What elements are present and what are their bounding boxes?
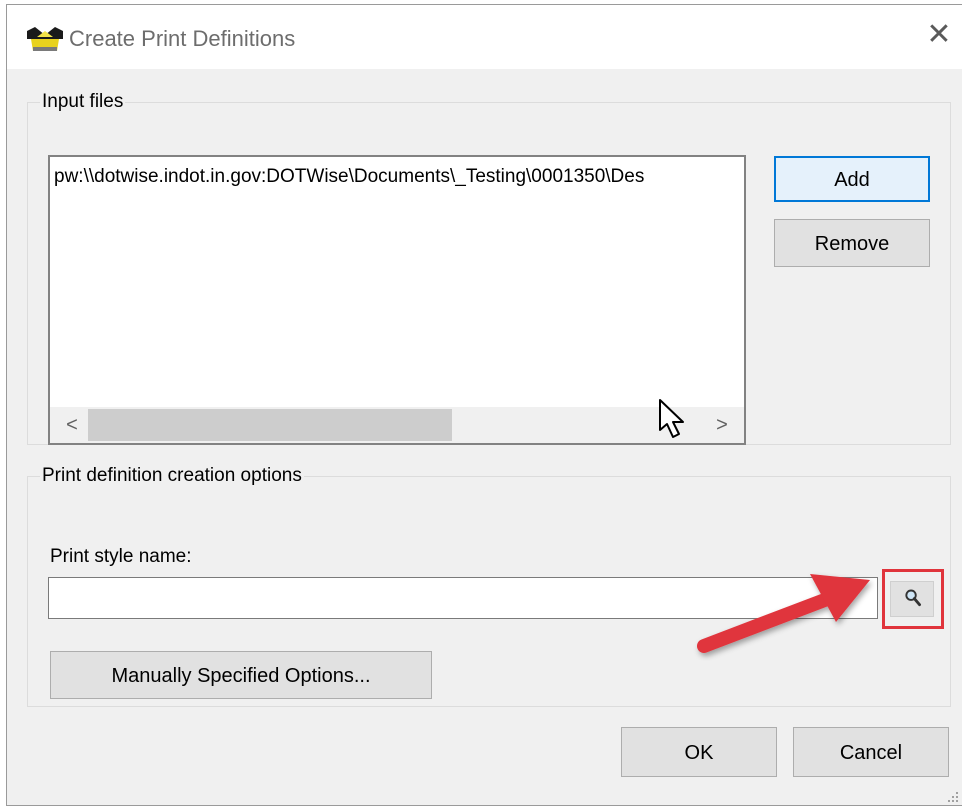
annotation-highlight-box — [882, 569, 944, 629]
cancel-button[interactable]: Cancel — [793, 727, 949, 777]
mouse-cursor-icon — [659, 399, 684, 438]
options-legend: Print definition creation options — [42, 465, 302, 486]
ok-button[interactable]: OK — [621, 727, 777, 777]
window-title: Create Print Definitions — [69, 26, 296, 51]
scroll-right-arrow-icon[interactable]: > — [704, 407, 740, 443]
close-button[interactable]: ✕ — [919, 15, 959, 55]
print-style-name-label: Print style name: — [50, 546, 192, 567]
dialog-window: Create Print Definitions ✕ Input files p… — [6, 4, 962, 806]
remove-button[interactable]: Remove — [774, 219, 930, 267]
title-bar: Create Print Definitions ✕ — [7, 5, 962, 69]
input-files-legend: Input files — [42, 91, 124, 112]
manually-specified-options-button[interactable]: Manually Specified Options... — [50, 651, 432, 699]
list-item[interactable]: pw:\\dotwise.indot.in.gov:DOTWise\Docume… — [54, 165, 644, 189]
resize-grip-icon[interactable] — [947, 791, 959, 803]
input-files-group: Input files pw:\\dotwise.indot.in.gov:DO… — [27, 91, 951, 445]
scrollbar-thumb[interactable] — [88, 409, 452, 441]
scroll-left-arrow-icon[interactable]: < — [54, 407, 90, 443]
annotation-arrow-icon — [697, 574, 870, 653]
input-files-list[interactable]: pw:\\dotwise.indot.in.gov:DOTWise\Docume… — [48, 155, 746, 445]
add-button[interactable]: Add — [774, 156, 930, 202]
app-logo-icon — [27, 25, 63, 53]
horizontal-scrollbar[interactable]: < > — [50, 407, 744, 443]
